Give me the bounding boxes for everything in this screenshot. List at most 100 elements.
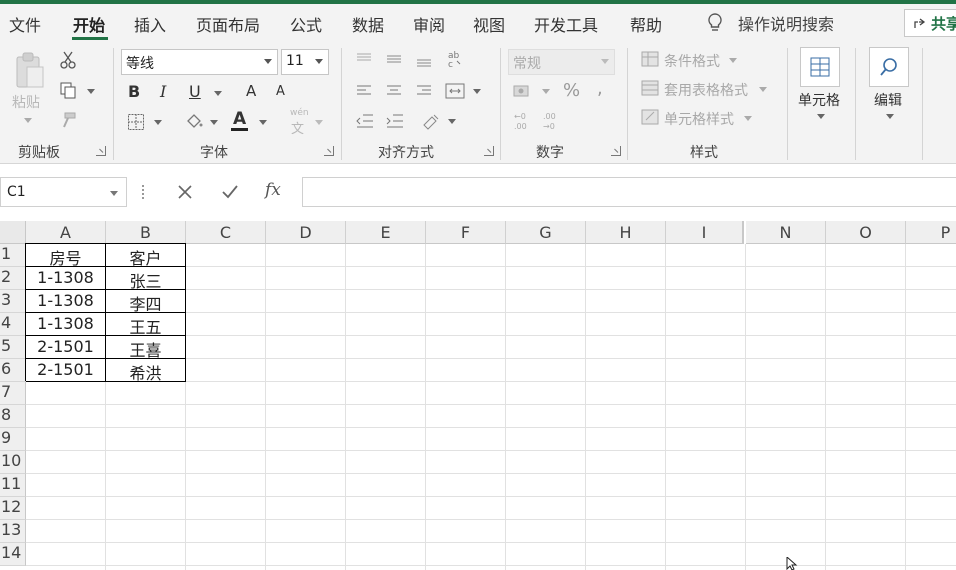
tab-insert[interactable]: 插入 xyxy=(134,12,166,36)
insert-function-button[interactable]: fx xyxy=(265,180,281,200)
copy-dropdown-icon[interactable] xyxy=(87,89,95,94)
cell-styles-dropdown-icon[interactable] xyxy=(744,116,752,121)
row-header[interactable]: 10 xyxy=(0,451,26,474)
align-middle-icon[interactable] xyxy=(384,50,404,68)
cell-a5[interactable]: 2-1501 xyxy=(26,336,106,359)
column-header-b[interactable]: B xyxy=(106,221,186,244)
cell-b6[interactable]: 希洪 xyxy=(106,359,186,383)
formula-input[interactable] xyxy=(302,177,956,207)
cell-a2[interactable]: 1-1308 xyxy=(26,267,106,290)
row-header[interactable]: 2 xyxy=(0,267,26,290)
chevron-down-icon[interactable] xyxy=(110,191,118,196)
cell-b5[interactable]: 王喜 xyxy=(106,336,186,360)
align-left-icon[interactable] xyxy=(354,82,374,100)
row-header[interactable]: 9 xyxy=(0,428,26,451)
cell-styles-button[interactable]: 单元格样式 xyxy=(664,109,734,129)
formula-bar-grip[interactable] xyxy=(142,185,145,199)
borders-dropdown-icon[interactable] xyxy=(154,120,162,125)
merge-center-icon[interactable] xyxy=(444,80,466,102)
number-launcher-icon[interactable] xyxy=(611,146,621,156)
orientation-icon[interactable]: ab c xyxy=(444,48,464,70)
tab-page-layout[interactable]: 页面布局 xyxy=(196,12,260,36)
fill-color-dropdown-icon[interactable] xyxy=(210,120,218,125)
column-header-g[interactable]: G xyxy=(506,221,586,244)
cell-a6[interactable]: 2-1501 xyxy=(26,359,106,382)
paste-icon[interactable] xyxy=(12,50,46,92)
paste-dropdown-icon[interactable] xyxy=(24,118,32,123)
column-header-f[interactable]: F xyxy=(426,221,506,244)
align-right-icon[interactable] xyxy=(414,82,434,100)
row-header[interactable]: 1 xyxy=(0,244,26,267)
underline-dropdown-icon[interactable] xyxy=(214,91,222,96)
tab-file[interactable]: 文件 xyxy=(9,12,41,36)
row-header[interactable]: 7 xyxy=(0,382,26,405)
conditional-format-button[interactable]: 条件格式 xyxy=(664,51,720,71)
shrink-font-button[interactable]: A xyxy=(276,84,285,99)
tell-me-search[interactable]: 操作说明搜索 xyxy=(706,11,834,35)
increase-decimal-icon[interactable]: ←0.00 xyxy=(512,110,536,132)
number-format-combo[interactable]: 常规 xyxy=(508,49,615,75)
enter-check-icon[interactable] xyxy=(219,181,241,203)
row-header[interactable]: 5 xyxy=(0,336,26,359)
row-header[interactable]: 4 xyxy=(0,313,26,336)
row-header[interactable]: 8 xyxy=(0,405,26,428)
column-header-o[interactable]: O xyxy=(826,221,906,244)
cells-label[interactable]: 单元格 xyxy=(798,90,840,110)
row-header[interactable]: 11 xyxy=(0,474,26,497)
wrap-text-icon[interactable] xyxy=(420,110,442,132)
row-header[interactable]: 3 xyxy=(0,290,26,313)
row-header[interactable]: 14 xyxy=(0,543,26,566)
underline-button[interactable]: U xyxy=(189,82,201,101)
font-color-dropdown-icon[interactable] xyxy=(259,120,267,125)
tab-help[interactable]: 帮助 xyxy=(630,12,662,36)
tab-view[interactable]: 视图 xyxy=(473,12,505,36)
row-header[interactable]: 13 xyxy=(0,520,26,543)
cell-b1[interactable]: 客户 xyxy=(106,244,186,268)
column-header-d[interactable]: D xyxy=(266,221,346,244)
column-header-i[interactable]: I xyxy=(666,221,744,244)
column-header-c[interactable]: C xyxy=(186,221,266,244)
font-launcher-icon[interactable] xyxy=(324,146,334,156)
paste-label[interactable]: 粘贴 xyxy=(12,92,40,112)
align-bottom-icon[interactable] xyxy=(414,52,434,70)
cell-a4[interactable]: 1-1308 xyxy=(26,313,106,336)
share-button[interactable]: 共享 xyxy=(904,9,956,37)
alignment-launcher-icon[interactable] xyxy=(484,146,494,156)
percent-style-button[interactable]: % xyxy=(563,80,580,101)
copy-icon[interactable] xyxy=(58,80,78,100)
font-color-button[interactable]: A xyxy=(233,109,246,129)
wrap-dropdown-icon[interactable] xyxy=(448,119,456,124)
column-header-n[interactable]: N xyxy=(746,221,826,244)
cell-b4[interactable]: 王五 xyxy=(106,313,186,337)
row-header[interactable]: 6 xyxy=(0,359,26,382)
column-header-h[interactable]: H xyxy=(586,221,666,244)
decrease-indent-icon[interactable] xyxy=(354,110,376,132)
bold-button[interactable]: B xyxy=(128,82,140,101)
worksheet-grid[interactable]: A B C D E F G H I N O P 1 2 3 4 5 6 7 8 … xyxy=(0,221,956,570)
column-header-e[interactable]: E xyxy=(346,221,426,244)
grow-font-button[interactable]: A xyxy=(246,82,256,100)
select-all-corner[interactable] xyxy=(0,221,26,244)
accounting-format-icon[interactable] xyxy=(511,80,535,102)
name-box[interactable]: C1 xyxy=(0,177,127,207)
align-center-icon[interactable] xyxy=(384,82,404,100)
cells-button[interactable] xyxy=(800,47,840,87)
column-header-p[interactable]: P xyxy=(906,221,956,244)
phonetic-top-text[interactable]: wén xyxy=(290,108,309,118)
format-as-table-button[interactable]: 套用表格格式 xyxy=(664,80,748,100)
editing-label[interactable]: 编辑 xyxy=(874,90,902,110)
phonetic-guide-button[interactable]: 文 xyxy=(291,118,304,137)
fill-color-icon[interactable] xyxy=(184,111,204,131)
tab-data[interactable]: 数据 xyxy=(352,12,384,36)
cell-a3[interactable]: 1-1308 xyxy=(26,290,106,313)
cells-dropdown-icon[interactable] xyxy=(817,114,825,119)
column-header-a[interactable]: A xyxy=(26,221,106,244)
font-size-combo[interactable]: 11 xyxy=(281,49,329,75)
tab-review[interactable]: 审阅 xyxy=(413,12,445,36)
italic-button[interactable]: I xyxy=(160,82,166,101)
merge-dropdown-icon[interactable] xyxy=(473,89,481,94)
cell-a1[interactable]: 房号 xyxy=(26,244,106,268)
format-table-dropdown-icon[interactable] xyxy=(759,87,767,92)
accounting-dropdown-icon[interactable] xyxy=(542,89,550,94)
tab-developer[interactable]: 开发工具 xyxy=(534,12,598,36)
